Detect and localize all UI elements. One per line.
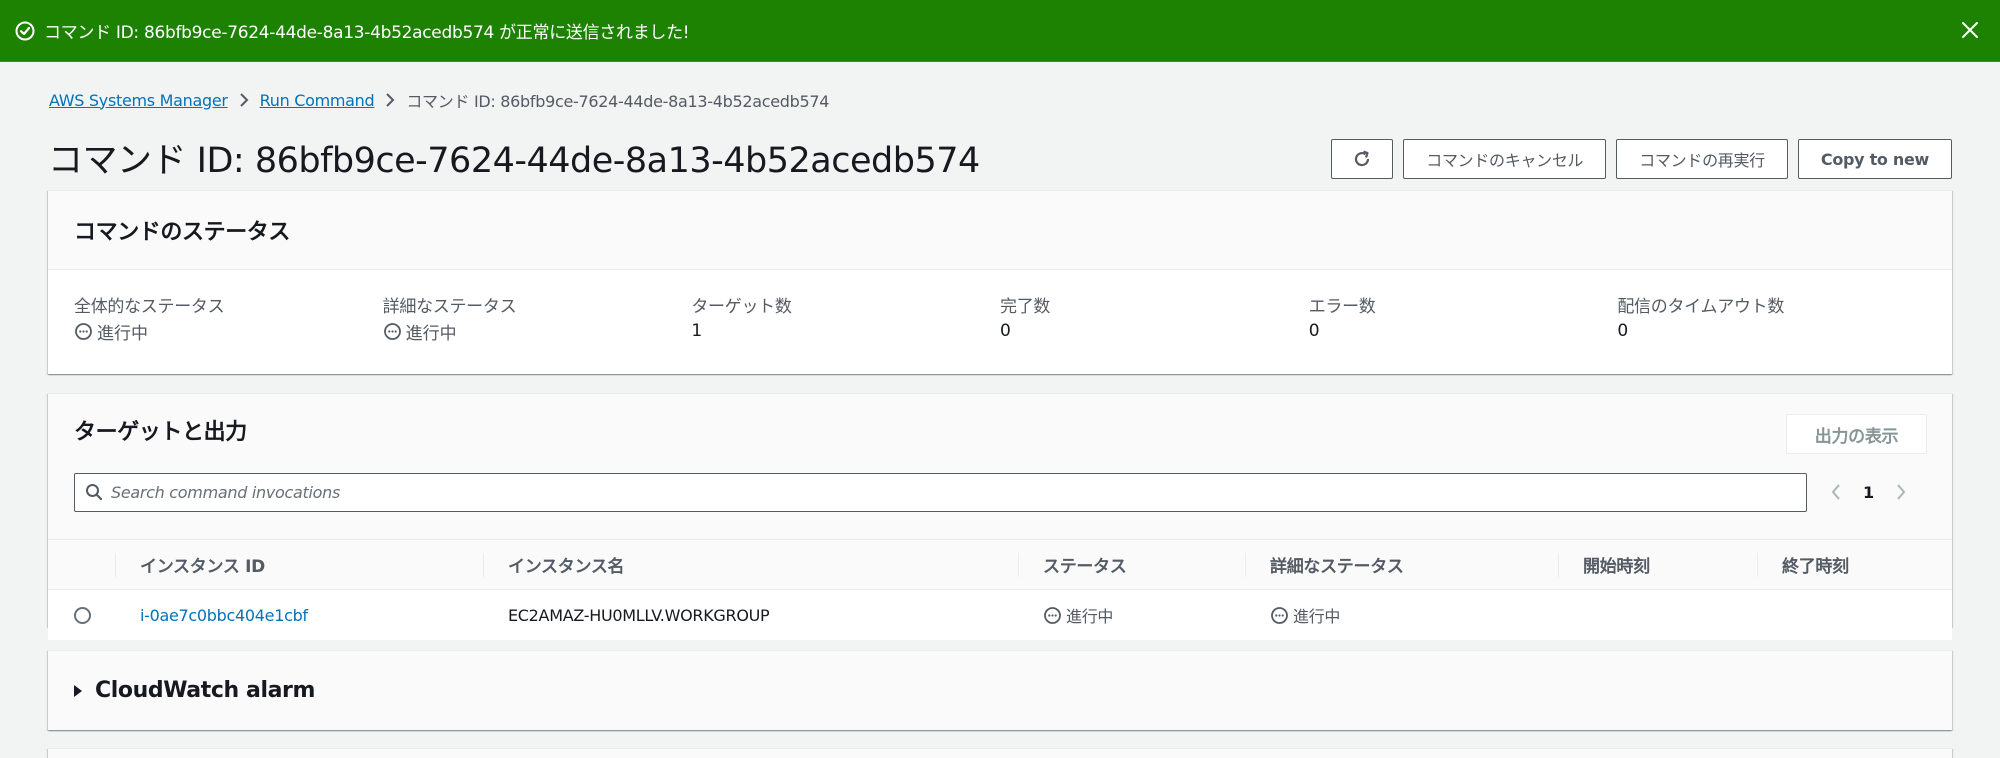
column-header-start-time[interactable]: 開始時刻 [1558,540,1757,589]
column-header-instance-name[interactable]: インスタンス名 [483,540,1018,589]
select-cell [48,606,115,624]
header-actions: コマンドのキャンセル コマンドの再実行 Copy to new [1331,139,1952,179]
copy-to-new-button[interactable]: Copy to new [1797,139,1952,179]
refresh-button[interactable] [1331,139,1394,179]
search-row: 1 [48,466,1952,518]
completed-count-value: 0 [1000,321,1011,341]
target-count-value: 1 [691,321,703,341]
cloudwatch-alarm-panel: CloudWatch alarm [48,650,1952,730]
cloudwatch-alarm-title: CloudWatch alarm [95,678,316,703]
field-label: 全体的なステータス [74,297,225,317]
error-count-value: 0 [1308,321,1320,341]
command-status-title: コマンドのステータス [74,220,291,245]
targets-and-outputs-panel: ターゲットと出力 出力の表示 1 インスタンス ID インスタンス名 ステータス… [48,393,1952,640]
search-icon [85,483,103,501]
detailed-status-value: 進行中 [1293,607,1341,626]
row-radio-button[interactable] [74,606,91,624]
detailed-status-field: 詳細なステータス 進行中 [383,292,692,344]
status-fields: 全体的なステータス 進行中 詳細なステータス 進行中 ターゲット数 1 完了数 … [48,270,1952,344]
refresh-icon [1351,148,1373,170]
search-box [74,472,1807,512]
page-title: コマンド ID: 86bfb9ce-7624-44de-8a13-4b52ace… [48,141,980,181]
check-circle-icon [14,20,36,42]
in-progress-icon [383,322,402,341]
status-value: 進行中 [1066,607,1114,626]
field-value: 進行中 [383,318,692,344]
view-output-button[interactable]: 出力の表示 [1786,414,1927,454]
column-header-end-time[interactable]: 終了時刻 [1757,540,1952,589]
instance-id-link[interactable]: i-0ae7c0bbc404e1cbf [140,606,308,625]
flash-message: コマンド ID: 86bfb9ce-7624-44de-8a13-4b52ace… [44,23,690,43]
cloudwatch-alarm-toggle[interactable]: CloudWatch alarm [48,678,315,703]
command-status-header: コマンドのステータス [48,191,1952,270]
command-status-panel: コマンドのステータス 全体的なステータス 進行中 詳細なステータス 進行中 ター… [48,190,1952,374]
field-label: エラー数 [1308,297,1376,317]
column-label: インスタンス名 [508,557,625,577]
search-input[interactable] [111,482,1761,502]
current-page-number[interactable]: 1 [1863,483,1874,502]
column-label: 詳細なステータス [1270,557,1404,577]
success-flash-banner: コマンド ID: 86bfb9ce-7624-44de-8a13-4b52ace… [0,0,2000,62]
targets-title: ターゲットと出力 [74,420,247,445]
previous-page-icon[interactable] [1831,484,1841,500]
pagination: 1 [1831,483,1906,502]
targets-header: ターゲットと出力 出力の表示 [48,394,1952,466]
cancel-command-button[interactable]: コマンドのキャンセル [1403,139,1607,179]
field-value: 進行中 [74,318,383,344]
detailed-status-value: 進行中 [405,323,457,344]
in-progress-icon [1043,606,1062,625]
next-panel [48,748,1952,758]
select-column-header [48,540,115,589]
table-header: インスタンス ID インスタンス名 ステータス 詳細なステータス 開始時刻 終了… [48,540,1952,590]
rerun-command-button[interactable]: コマンドの再実行 [1616,139,1788,179]
chevron-right-icon [385,93,395,107]
chevron-right-icon [239,93,249,107]
table-row[interactable]: i-0ae7c0bbc404e1cbf EC2AMAZ-HU0MLLV.WORK… [48,590,1952,640]
in-progress-icon [1270,606,1289,625]
breadcrumb-systems-manager[interactable]: AWS Systems Manager [49,91,228,110]
breadcrumb-current: コマンド ID: 86bfb9ce-7624-44de-8a13-4b52ace… [406,92,830,111]
field-label: ターゲット数 [691,297,792,317]
close-icon[interactable] [1958,18,1982,42]
field-label: 完了数 [1000,297,1051,317]
column-label: インスタンス ID [140,557,265,577]
instance-name-cell: EC2AMAZ-HU0MLLV.WORKGROUP [508,605,770,625]
overall-status-value: 進行中 [97,323,148,344]
invocations-table: インスタンス ID インスタンス名 ステータス 詳細なステータス 開始時刻 終了… [48,539,1952,640]
caret-right-icon [74,684,82,697]
column-header-instance-id[interactable]: インスタンス ID [115,540,483,589]
breadcrumb-run-command[interactable]: Run Command [260,91,375,110]
status-cell: 進行中 [1018,603,1245,627]
column-label: ステータス [1043,557,1127,577]
instance-id-cell: i-0ae7c0bbc404e1cbf [115,606,483,625]
delivery-timeout-value: 0 [1617,321,1629,341]
completed-count-field: 完了数 0 [1000,292,1309,344]
delivery-timeout-field: 配信のタイムアウト数 0 [1617,292,1926,344]
error-count-field: エラー数 0 [1309,292,1618,344]
column-label: 終了時刻 [1782,557,1849,577]
column-header-detailed-status[interactable]: 詳細なステータス [1245,540,1558,589]
column-header-status[interactable]: ステータス [1018,540,1245,589]
overall-status-field: 全体的なステータス 進行中 [74,292,383,344]
target-count-field: ターゲット数 1 [691,292,1000,344]
field-label: 詳細なステータス [382,297,517,317]
breadcrumb: AWS Systems Manager Run Command コマンド ID:… [49,88,829,112]
next-page-icon[interactable] [1896,484,1906,500]
in-progress-icon [74,322,93,341]
column-label: 開始時刻 [1583,557,1650,577]
field-label: 配信のタイムアウト数 [1617,297,1785,317]
detailed-status-cell: 進行中 [1245,603,1558,627]
